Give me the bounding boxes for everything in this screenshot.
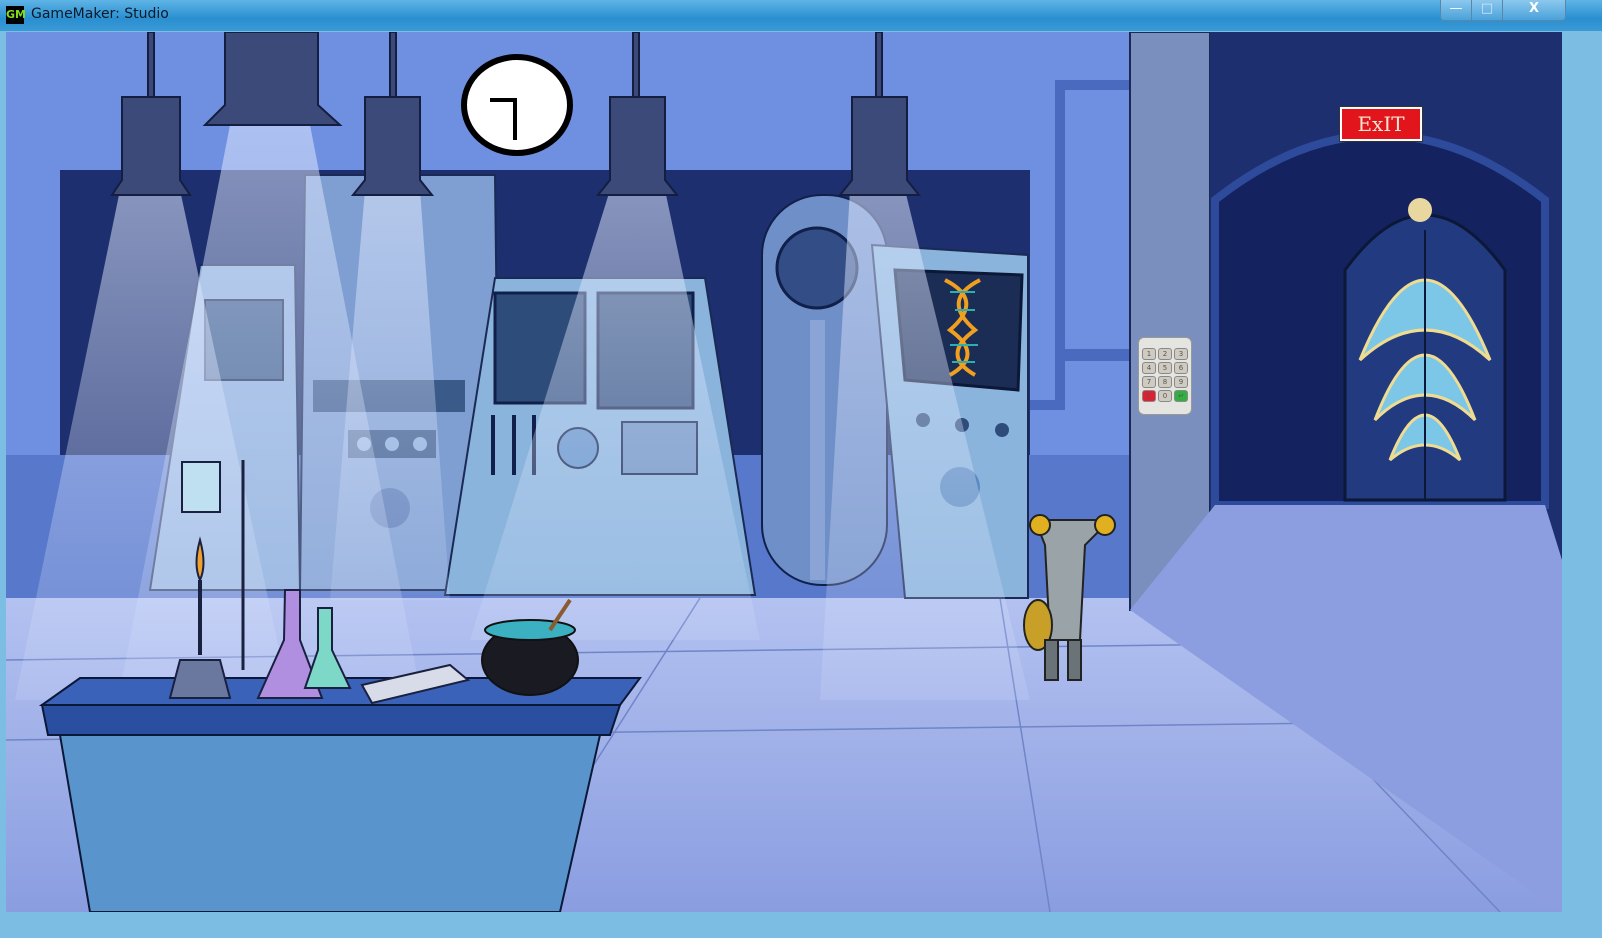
keypad-key-3[interactable]: 3: [1174, 348, 1188, 360]
pillar: [1129, 32, 1211, 611]
keypad-key-9[interactable]: 9: [1174, 376, 1188, 388]
door-keypad[interactable]: 1 2 3 4 5 6 7 8 9 C 0 ↵: [1138, 337, 1192, 415]
keypad-key-4[interactable]: 4: [1142, 362, 1156, 374]
clock-icon: [461, 54, 573, 156]
maximize-button[interactable]: □: [1471, 0, 1503, 21]
keypad-key-1[interactable]: 1: [1142, 348, 1156, 360]
close-button[interactable]: X: [1502, 0, 1566, 21]
gamemaker-icon: GM: [6, 6, 26, 24]
minimize-button[interactable]: —: [1440, 0, 1472, 21]
keypad-key-clear[interactable]: C: [1142, 390, 1156, 402]
keypad-key-6[interactable]: 6: [1174, 362, 1188, 374]
keypad-key-8[interactable]: 8: [1158, 376, 1172, 388]
trident-emblem-icon: [1408, 198, 1432, 222]
window-title: GameMaker: Studio: [31, 6, 169, 22]
keypad-key-enter[interactable]: ↵: [1174, 390, 1188, 402]
lab-table: [38, 677, 642, 912]
keypad-key-7[interactable]: 7: [1142, 376, 1156, 388]
lab-scene: [6, 32, 1562, 912]
game-viewport[interactable]: ExIT 1 2 3 4 5 6 7 8 9 C 0 ↵: [6, 32, 1562, 912]
beaker: [181, 461, 221, 513]
stained-glass-door: [1343, 198, 1507, 502]
title-bar: GM GameMaker: Studio — □ X: [0, 0, 1602, 31]
exit-sign[interactable]: ExIT: [1339, 106, 1423, 142]
keypad-key-5[interactable]: 5: [1158, 362, 1172, 374]
keypad-key-2[interactable]: 2: [1158, 348, 1172, 360]
keypad-key-0[interactable]: 0: [1158, 390, 1172, 402]
